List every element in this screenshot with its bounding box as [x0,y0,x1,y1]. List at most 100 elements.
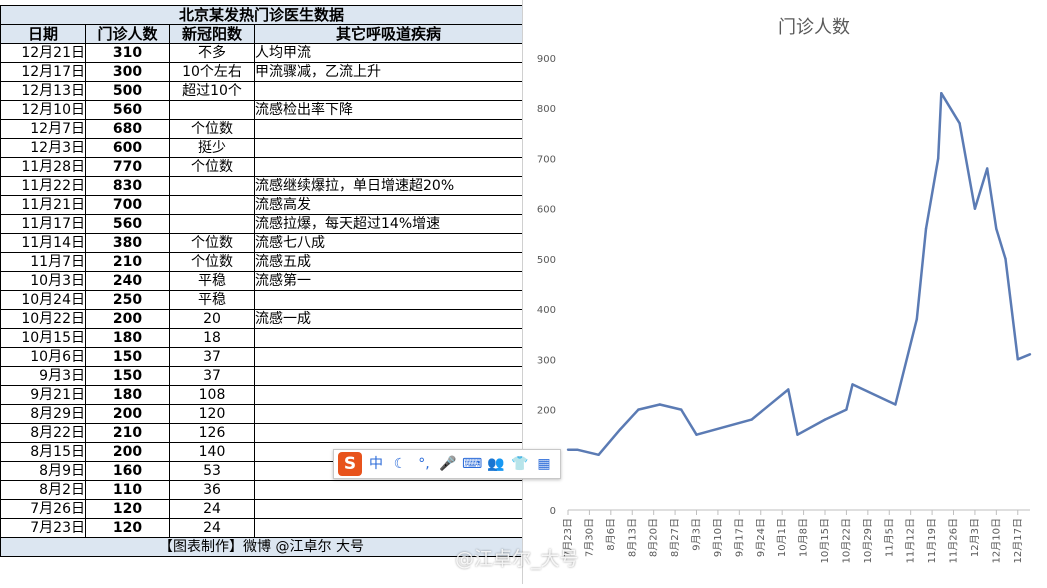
cell-date[interactable]: 11月14日 [0,233,86,253]
cell-date[interactable]: 9月3日 [0,366,86,386]
cell-visits[interactable]: 770 [85,157,170,177]
microphone-icon[interactable]: 🎤 [438,452,458,476]
cell-date[interactable]: 11月21日 [0,195,86,215]
ime-lang-toggle[interactable]: 中 [366,452,386,476]
cell-other[interactable]: 流感高发 [253,195,524,215]
cell-date[interactable]: 8月15日 [0,442,86,462]
cell-date[interactable]: 8月9日 [0,461,86,481]
column-header[interactable]: 新冠阳数 [169,24,255,44]
cell-covid[interactable]: 个位数 [169,119,255,139]
cell-other[interactable] [253,138,524,158]
cell-covid[interactable] [169,214,255,234]
cell-covid[interactable] [169,195,255,215]
cell-visits[interactable]: 200 [85,404,170,424]
cell-other[interactable]: 流感第一 [253,271,524,291]
cell-covid[interactable] [169,100,255,120]
keyboard-icon[interactable]: ⌨ [462,452,482,476]
cell-date[interactable]: 11月7日 [0,252,86,272]
cell-covid[interactable]: 140 [169,442,255,462]
cell-date[interactable]: 7月23日 [0,518,86,538]
ime-logo-icon[interactable]: S [338,452,362,476]
cell-covid[interactable]: 126 [169,423,255,443]
cell-visits[interactable]: 600 [85,138,170,158]
cell-covid[interactable]: 个位数 [169,157,255,177]
skin-icon[interactable]: 👕 [510,452,530,476]
cell-other[interactable] [253,366,524,386]
cell-other[interactable]: 流感七八成 [253,233,524,253]
sheet-footer[interactable]: 【图表制作】微博 @江卓尔 大号 [0,537,524,557]
cell-covid[interactable]: 个位数 [169,252,255,272]
cell-other[interactable]: 人均甲流 [253,43,524,63]
cell-covid[interactable]: 超过10个 [169,81,255,101]
spreadsheet[interactable]: 北京某发热门诊医生数据 日期 门诊人数 新冠阳数 其它呼吸道疾病 12月21日 310 不… [0,0,524,584]
cell-other[interactable] [253,385,524,405]
cell-covid[interactable]: 20 [169,309,255,329]
cell-other[interactable] [253,480,524,500]
cell-date[interactable]: 10月6日 [0,347,86,367]
cell-other[interactable]: 流感继续爆拉，单日增速超20% [253,176,524,196]
cell-date[interactable]: 10月24日 [0,290,86,310]
cell-covid[interactable]: 10个左右 [169,62,255,82]
moon-icon[interactable]: ☾ [390,452,410,476]
cell-other[interactable]: 流感一成 [253,309,524,329]
cell-visits[interactable]: 300 [85,62,170,82]
cell-date[interactable]: 11月28日 [0,157,86,177]
cell-date[interactable]: 11月17日 [0,214,86,234]
cell-visits[interactable]: 700 [85,195,170,215]
cell-visits[interactable]: 380 [85,233,170,253]
cell-covid[interactable]: 24 [169,499,255,519]
cell-date[interactable]: 12月10日 [0,100,86,120]
cell-covid[interactable]: 53 [169,461,255,481]
cell-date[interactable]: 9月21日 [0,385,86,405]
cell-covid[interactable]: 37 [169,366,255,386]
cell-visits[interactable]: 240 [85,271,170,291]
cell-other[interactable] [253,290,524,310]
users-icon[interactable]: 👥 [486,452,506,476]
cell-visits[interactable]: 210 [85,252,170,272]
cell-covid[interactable]: 24 [169,518,255,538]
cell-date[interactable]: 10月22日 [0,309,86,329]
cell-other[interactable] [253,81,524,101]
cell-visits[interactable]: 120 [85,518,170,538]
cell-covid[interactable] [169,176,255,196]
cell-visits[interactable]: 150 [85,347,170,367]
cell-date[interactable]: 11月22日 [0,176,86,196]
cell-other[interactable]: 流感检出率下降 [253,100,524,120]
column-header[interactable]: 日期 [0,24,86,44]
cell-visits[interactable]: 830 [85,176,170,196]
cell-covid[interactable]: 不多 [169,43,255,63]
cell-other[interactable] [253,157,524,177]
cell-covid[interactable]: 37 [169,347,255,367]
cell-visits[interactable]: 250 [85,290,170,310]
cell-date[interactable]: 12月13日 [0,81,86,101]
cell-other[interactable] [253,499,524,519]
cell-visits[interactable]: 560 [85,214,170,234]
cell-date[interactable]: 12月7日 [0,119,86,139]
cell-date[interactable]: 12月21日 [0,43,86,63]
cell-visits[interactable]: 160 [85,461,170,481]
cell-date[interactable]: 8月22日 [0,423,86,443]
cell-visits[interactable]: 210 [85,423,170,443]
sheet-title[interactable]: 北京某发热门诊医生数据 [0,5,524,25]
cell-date[interactable]: 8月29日 [0,404,86,424]
cell-date[interactable]: 12月17日 [0,62,86,82]
ime-toolbar[interactable]: S 中 ☾ °, 🎤 ⌨ 👥 👕 ▦ [333,449,561,479]
cell-covid[interactable]: 18 [169,328,255,348]
cell-covid[interactable]: 平稳 [169,271,255,291]
cell-other[interactable] [253,404,524,424]
cell-other[interactable] [253,423,524,443]
cell-visits[interactable]: 120 [85,499,170,519]
cell-visits[interactable]: 180 [85,385,170,405]
cell-visits[interactable]: 680 [85,119,170,139]
cell-date[interactable]: 8月2日 [0,480,86,500]
column-header[interactable]: 其它呼吸道疾病 [253,24,524,44]
cell-other[interactable]: 流感五成 [253,252,524,272]
cell-other[interactable] [253,119,524,139]
cell-visits[interactable]: 180 [85,328,170,348]
chart-area[interactable]: 门诊人数01002003004005006007008009007月23日7月3… [522,0,1047,584]
cell-other[interactable] [253,328,524,348]
cell-date[interactable]: 7月26日 [0,499,86,519]
cell-visits[interactable]: 150 [85,366,170,386]
cell-other[interactable] [253,347,524,367]
cell-visits[interactable]: 500 [85,81,170,101]
